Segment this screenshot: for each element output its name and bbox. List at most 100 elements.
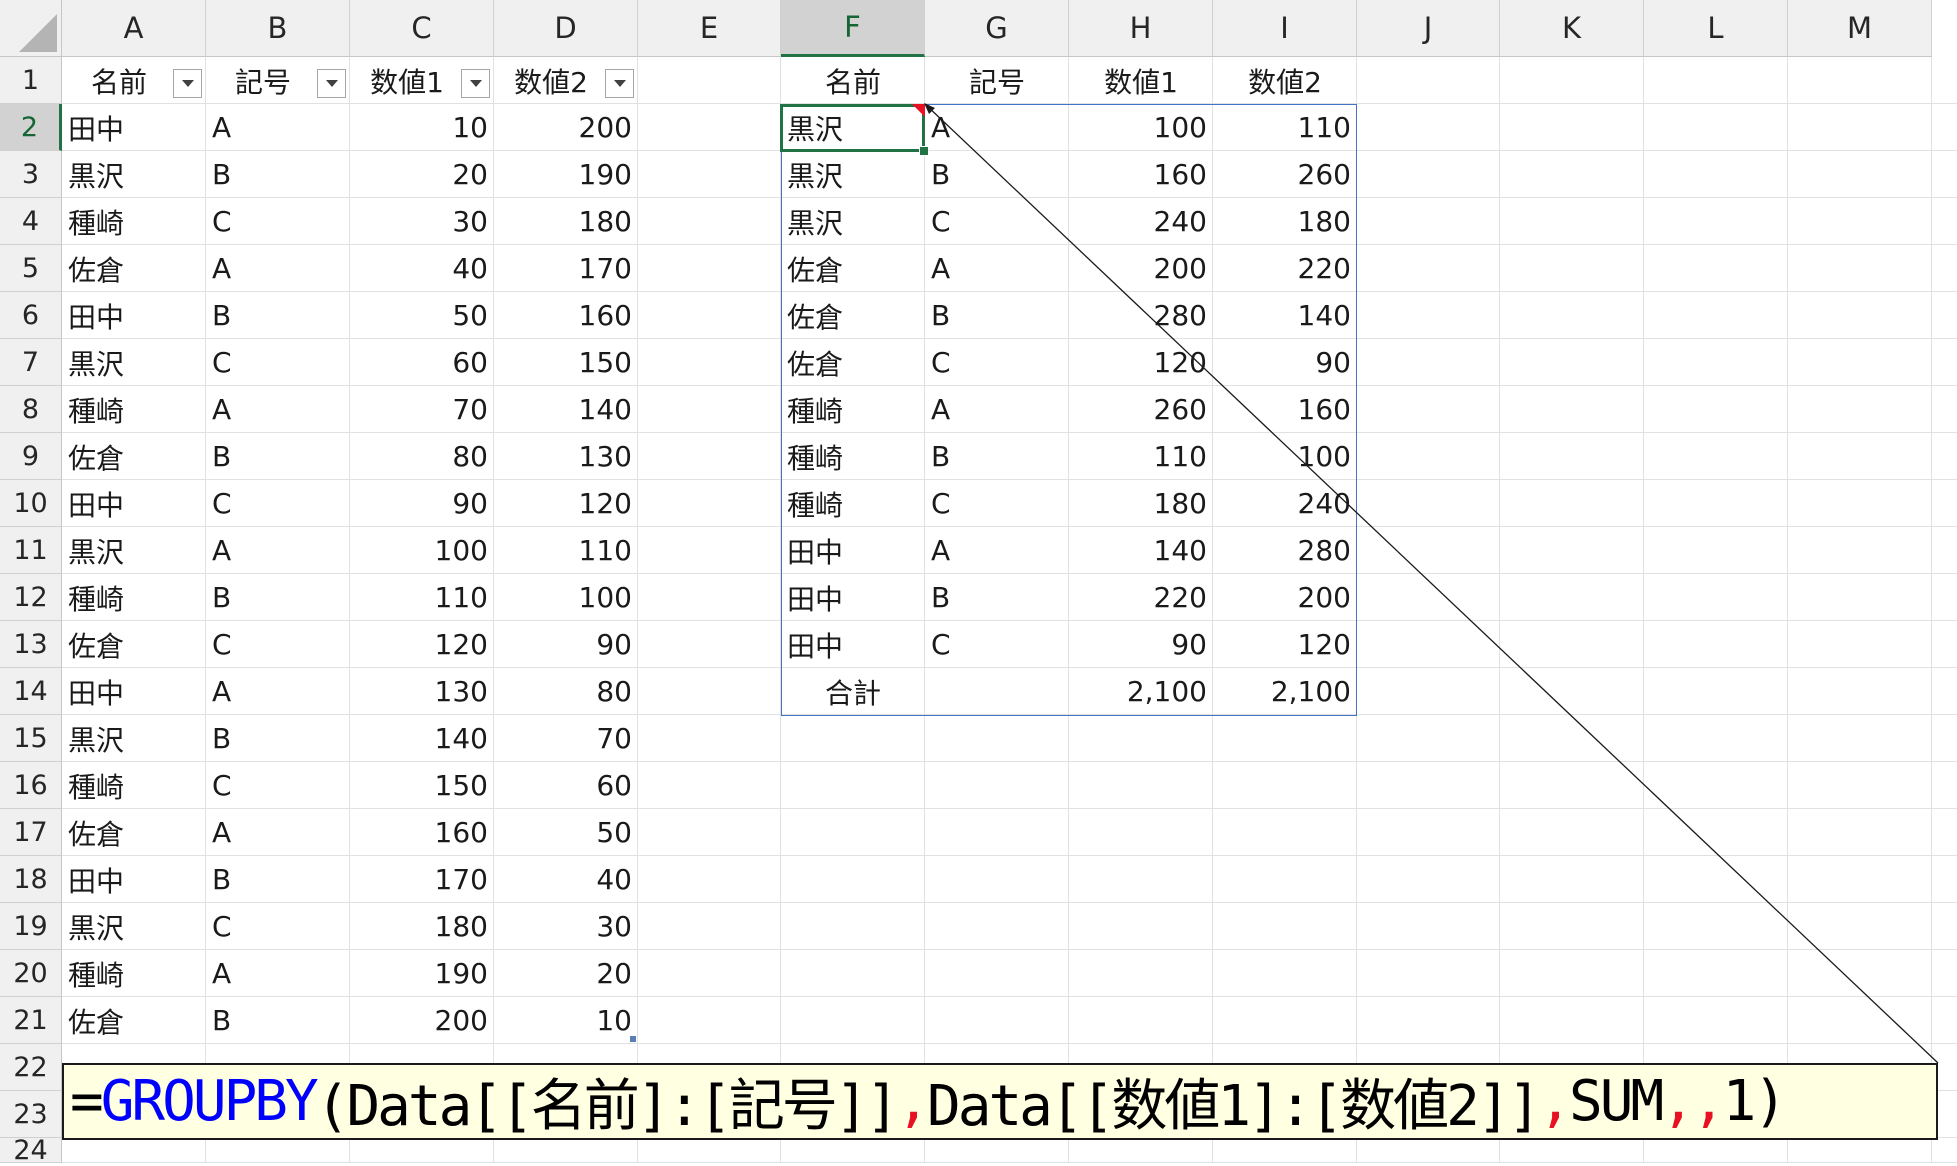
source-data-cell[interactable]: C <box>206 339 350 386</box>
row-header-6[interactable]: 6 <box>0 292 62 339</box>
row-header-5[interactable]: 5 <box>0 245 62 292</box>
source-data-cell[interactable]: 60 <box>350 339 494 386</box>
result-data-cell[interactable]: A <box>925 386 1069 433</box>
result-data-cell[interactable]: 280 <box>1213 527 1357 574</box>
source-data-cell[interactable]: 10 <box>350 104 494 151</box>
result-header-cell[interactable]: 記号 <box>925 57 1069 104</box>
result-data-cell[interactable]: 佐倉 <box>781 292 925 339</box>
result-data-cell[interactable]: 200 <box>1213 574 1357 621</box>
result-data-cell[interactable]: 110 <box>1069 433 1213 480</box>
source-data-cell[interactable]: 佐倉 <box>62 809 206 856</box>
result-data-cell[interactable]: 160 <box>1069 151 1213 198</box>
comment-indicator-icon[interactable] <box>912 104 925 117</box>
source-data-cell[interactable]: 田中 <box>62 292 206 339</box>
source-data-cell[interactable]: A <box>206 809 350 856</box>
source-data-cell[interactable]: 110 <box>350 574 494 621</box>
result-data-cell[interactable]: C <box>925 198 1069 245</box>
row-header-16[interactable]: 16 <box>0 762 62 809</box>
result-header-cell[interactable]: 数値2 <box>1213 57 1357 104</box>
row-header-21[interactable]: 21 <box>0 997 62 1044</box>
result-data-cell[interactable]: C <box>925 339 1069 386</box>
source-data-cell[interactable]: 100 <box>494 574 638 621</box>
source-data-cell[interactable]: 佐倉 <box>62 245 206 292</box>
source-data-cell[interactable]: 20 <box>350 151 494 198</box>
source-data-cell[interactable]: 田中 <box>62 104 206 151</box>
column-header-f[interactable]: F <box>781 0 925 57</box>
result-data-cell[interactable]: B <box>925 151 1069 198</box>
source-data-cell[interactable]: 150 <box>350 762 494 809</box>
source-data-cell[interactable]: 種崎 <box>62 950 206 997</box>
result-data-cell[interactable]: C <box>925 480 1069 527</box>
result-data-cell[interactable]: 佐倉 <box>781 339 925 386</box>
row-header-8[interactable]: 8 <box>0 386 62 433</box>
column-header-h[interactable]: H <box>1069 0 1213 57</box>
source-data-cell[interactable]: 200 <box>350 997 494 1044</box>
row-header-13[interactable]: 13 <box>0 621 62 668</box>
result-data-cell[interactable]: 240 <box>1069 198 1213 245</box>
row-header-23[interactable]: 23 <box>0 1091 62 1138</box>
source-data-cell[interactable]: 田中 <box>62 856 206 903</box>
column-header-b[interactable]: B <box>206 0 350 57</box>
result-data-cell[interactable]: 120 <box>1213 621 1357 668</box>
source-data-cell[interactable]: 50 <box>494 809 638 856</box>
result-total-value[interactable]: 2,100 <box>1213 668 1357 715</box>
source-data-cell[interactable]: 130 <box>350 668 494 715</box>
table-resize-handle[interactable] <box>630 1036 636 1042</box>
row-header-22[interactable]: 22 <box>0 1044 62 1091</box>
source-data-cell[interactable]: 種崎 <box>62 198 206 245</box>
result-data-cell[interactable]: C <box>925 621 1069 668</box>
result-data-cell[interactable]: 田中 <box>781 621 925 668</box>
result-data-cell[interactable]: B <box>925 574 1069 621</box>
column-header-i[interactable]: I <box>1213 0 1357 57</box>
result-data-cell[interactable]: A <box>925 527 1069 574</box>
source-data-cell[interactable]: 130 <box>494 433 638 480</box>
column-header-e[interactable]: E <box>638 0 781 57</box>
column-header-a[interactable]: A <box>62 0 206 57</box>
result-data-cell[interactable]: 260 <box>1069 386 1213 433</box>
source-data-cell[interactable]: A <box>206 668 350 715</box>
source-data-cell[interactable]: 160 <box>494 292 638 339</box>
source-data-cell[interactable]: 180 <box>494 198 638 245</box>
row-header-12[interactable]: 12 <box>0 574 62 621</box>
fill-handle[interactable] <box>919 146 929 156</box>
row-header-1[interactable]: 1 <box>0 57 62 104</box>
source-data-cell[interactable]: 180 <box>350 903 494 950</box>
result-data-cell[interactable]: 種崎 <box>781 480 925 527</box>
source-data-cell[interactable]: 90 <box>350 480 494 527</box>
row-header-15[interactable]: 15 <box>0 715 62 762</box>
source-data-cell[interactable]: 佐倉 <box>62 621 206 668</box>
source-data-cell[interactable]: B <box>206 574 350 621</box>
filter-dropdown-button[interactable] <box>317 69 346 98</box>
row-header-19[interactable]: 19 <box>0 903 62 950</box>
column-header-c[interactable]: C <box>350 0 494 57</box>
source-data-cell[interactable]: A <box>206 527 350 574</box>
result-data-cell[interactable]: 240 <box>1213 480 1357 527</box>
result-total-label[interactable]: 合計 <box>781 668 925 715</box>
source-data-cell[interactable]: A <box>206 386 350 433</box>
result-data-cell[interactable]: 160 <box>1213 386 1357 433</box>
source-data-cell[interactable]: 40 <box>494 856 638 903</box>
source-data-cell[interactable]: 60 <box>494 762 638 809</box>
result-data-cell[interactable]: 黒沢 <box>781 151 925 198</box>
filter-dropdown-button[interactable] <box>461 69 490 98</box>
source-data-cell[interactable]: 30 <box>494 903 638 950</box>
result-data-cell[interactable]: 100 <box>1069 104 1213 151</box>
source-data-cell[interactable]: 20 <box>494 950 638 997</box>
source-data-cell[interactable]: 90 <box>494 621 638 668</box>
source-data-cell[interactable]: 種崎 <box>62 574 206 621</box>
result-data-cell[interactable]: 90 <box>1069 621 1213 668</box>
source-data-cell[interactable]: 種崎 <box>62 762 206 809</box>
spreadsheet-grid[interactable]: ABCDEFGHIJKLM 1 2 3 4 5 6 7 8 9 10 11 12 13 14 15 16 17 1… <box>0 0 1957 1166</box>
result-total-value[interactable]: 2,100 <box>1069 668 1213 715</box>
source-data-cell[interactable]: 黒沢 <box>62 151 206 198</box>
source-data-cell[interactable]: 100 <box>350 527 494 574</box>
result-data-cell[interactable]: 90 <box>1213 339 1357 386</box>
row-header-14[interactable]: 14 <box>0 668 62 715</box>
result-data-cell[interactable]: 田中 <box>781 527 925 574</box>
filter-dropdown-button[interactable] <box>173 69 202 98</box>
source-data-cell[interactable]: 70 <box>494 715 638 762</box>
source-data-cell[interactable]: C <box>206 903 350 950</box>
source-data-cell[interactable]: C <box>206 762 350 809</box>
result-data-cell[interactable]: 220 <box>1069 574 1213 621</box>
source-data-cell[interactable]: 140 <box>350 715 494 762</box>
